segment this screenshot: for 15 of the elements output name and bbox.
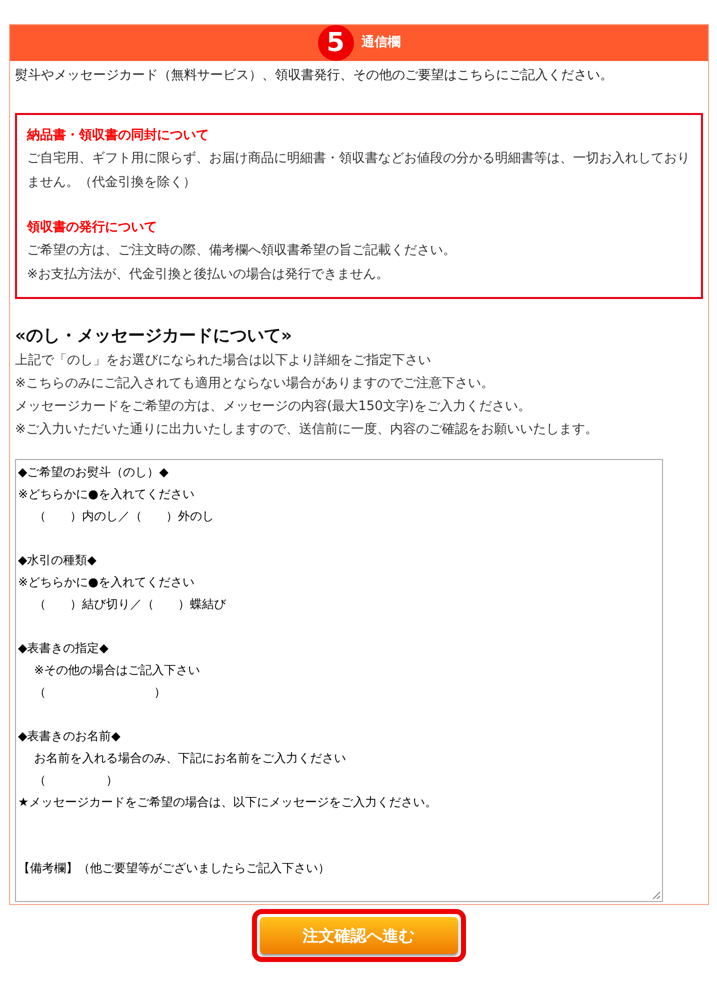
notice-title: 領収書の発行について bbox=[27, 219, 158, 237]
notice-title: 納品書・領収書の同封について bbox=[27, 127, 210, 145]
notice-text: ご自宅用、ギフト用に限らず、お届け商品に明細書・領収書などお値段の分かる明細書等は、一切お入れしておりません。（代金引換を除く） bbox=[27, 150, 691, 192]
instruction-text: ※ご入力いただいた通りに出力いたしますので、送信前に一度、内容のご確認をお願いいたします。 bbox=[15, 421, 599, 439]
notice-text: ご希望の方は、ご注文時の際、備考欄へ領収書希望の旨ご記載ください。 bbox=[27, 242, 457, 260]
nosi-heading: «のし・メッセージカードについて» bbox=[15, 325, 293, 348]
instruction-text: ※こちらのみにご記入されても適用とならない場合がありますのでご注意下さい。 bbox=[15, 375, 495, 393]
message-field[interactable]: ◆ご希望のお熨斗（のし）◆ ※どちらかに●を入れてください （ ）内のし／（ ）外のし ◆水引の種類◆ ※どちらかに●を入れてください （ ）結び切り／（ ）蝶結び ◆表書きの指定◆ ※その他の場合はご記入下さい （ ） ◆表書きのお名前◆ お名前を入れる場合のみ、下記にお名前をご入力ください （ ） ★メッセージカードをご希望の場合は、以下にメッセージをご入力ください。 【備考欄】（他ご要望等がございましたらご記入下さい） bbox=[15, 459, 663, 902]
resize-handle-icon[interactable] bbox=[652, 891, 661, 900]
notice-text: ※お支払方法が、代金引換と後払いの場合は発行できません。 bbox=[27, 266, 390, 284]
instruction-text: 上記で「のし」をお選びになられた場合は以下より詳細をご指定下さい bbox=[15, 352, 432, 370]
intro-text: 熨斗やメッセージカード（無料サービス）、領収書発行、その他のご要望はこちらにご記入ください。 bbox=[15, 67, 614, 85]
section-title: 通信欄 bbox=[362, 34, 400, 52]
step-number: 5 bbox=[318, 25, 354, 61]
instruction-text: メッセージカードをご希望の方は、メッセージの内容(最大150文字)をご入力ください。 bbox=[15, 398, 532, 416]
